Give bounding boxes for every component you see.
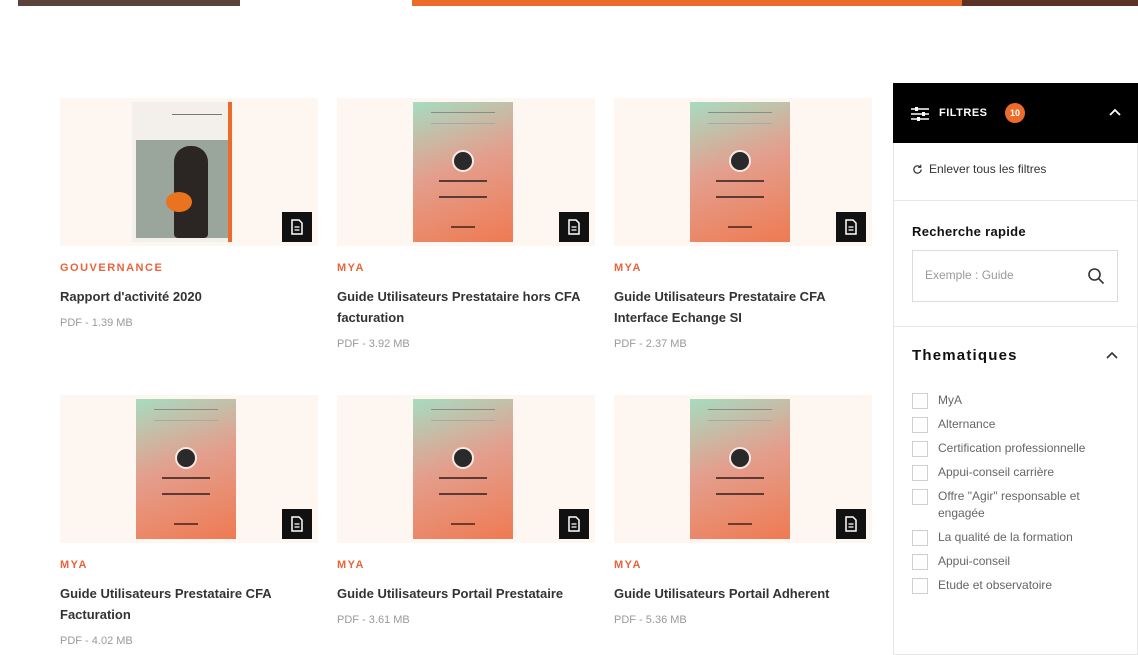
checkbox[interactable] xyxy=(912,441,928,457)
banner-segment[interactable] xyxy=(594,0,776,6)
document-thumbnail[interactable] xyxy=(60,98,318,246)
document-file-info: PDF - 3.92 MB xyxy=(337,338,410,350)
quick-search-input[interactable] xyxy=(923,267,1067,283)
thematique-label: Alternance xyxy=(938,417,996,431)
document-category: MYA xyxy=(614,559,642,571)
document-category: MYA xyxy=(614,262,642,274)
quick-search-box[interactable] xyxy=(912,250,1118,302)
thematiques-title[interactable]: Thematiques xyxy=(912,347,1018,364)
document-category: MYA xyxy=(337,559,365,571)
thematique-option[interactable]: Etude et observatoire xyxy=(912,577,1122,594)
filter-sliders-icon xyxy=(911,107,929,121)
thematique-option[interactable]: Appui-conseil xyxy=(912,553,1122,570)
divider xyxy=(894,200,1137,201)
document-thumbnail[interactable] xyxy=(614,395,872,543)
document-title[interactable]: Guide Utilisateurs Prestataire CFA Inter… xyxy=(614,286,864,328)
search-icon[interactable] xyxy=(1087,267,1105,285)
document-title[interactable]: Rapport d'activité 2020 xyxy=(60,286,310,307)
thematique-label: Offre "Agir" responsable et engagée xyxy=(938,489,1080,520)
thematique-option[interactable]: Alternance xyxy=(912,416,1122,433)
thematique-option[interactable]: Offre "Agir" responsable et engagée xyxy=(912,488,1122,522)
document-title[interactable]: Guide Utilisateurs Prestataire CFA Factu… xyxy=(60,583,310,625)
document-title[interactable]: Guide Utilisateurs Prestataire hors CFA … xyxy=(337,286,587,328)
top-banner-strip xyxy=(0,0,1138,6)
checkbox[interactable] xyxy=(912,417,928,433)
thematique-label: Certification professionnelle xyxy=(938,441,1086,455)
thematique-option[interactable]: MyA xyxy=(912,392,1122,409)
filters-label: FILTRES xyxy=(939,107,988,119)
banner-segment[interactable] xyxy=(776,0,962,6)
thematiques-list: MyA Alternance Certification professionn… xyxy=(912,392,1122,601)
pdf-file-icon[interactable] xyxy=(836,212,866,242)
document-cover-image xyxy=(136,399,236,539)
filters-sidebar: FILTRES 10 Enlever tous les filtres Rech… xyxy=(893,83,1138,655)
document-thumbnail[interactable] xyxy=(337,98,595,246)
filters-header[interactable]: FILTRES 10 xyxy=(893,83,1138,143)
document-thumbnail[interactable] xyxy=(614,98,872,246)
quick-search-title: Recherche rapide xyxy=(912,224,1026,239)
thematique-label: Etude et observatoire xyxy=(938,578,1053,592)
checkbox[interactable] xyxy=(912,578,928,594)
document-file-info: PDF - 2.37 MB xyxy=(614,338,687,350)
checkbox[interactable] xyxy=(912,393,928,409)
pdf-file-icon[interactable] xyxy=(836,509,866,539)
chevron-up-icon[interactable] xyxy=(1108,105,1122,119)
document-category: MYA xyxy=(60,559,88,571)
document-cover-image xyxy=(413,102,513,242)
thematique-option[interactable]: Certification professionnelle xyxy=(912,440,1122,457)
document-thumbnail[interactable] xyxy=(60,395,318,543)
document-cover-image xyxy=(132,102,232,242)
checkbox[interactable] xyxy=(912,530,928,546)
document-file-info: PDF - 5.36 MB xyxy=(614,614,687,626)
document-title[interactable]: Guide Utilisateurs Portail Prestataire xyxy=(337,583,587,604)
thematique-label: Appui-conseil carrière xyxy=(938,465,1055,479)
checkbox[interactable] xyxy=(912,489,928,505)
pdf-file-icon[interactable] xyxy=(282,212,312,242)
clear-filters-link[interactable]: Enlever tous les filtres xyxy=(912,162,1046,176)
document-cover-image xyxy=(690,399,790,539)
banner-segment[interactable] xyxy=(962,0,1138,6)
document-thumbnail[interactable] xyxy=(337,395,595,543)
pdf-file-icon[interactable] xyxy=(559,509,589,539)
document-file-info: PDF - 3.61 MB xyxy=(337,614,410,626)
thematique-option[interactable]: Appui-conseil carrière xyxy=(912,464,1122,481)
document-cover-image xyxy=(690,102,790,242)
thematique-label: Appui-conseil xyxy=(938,554,1011,568)
thematique-label: MyA xyxy=(938,393,962,407)
pdf-file-icon[interactable] xyxy=(282,509,312,539)
document-file-info: PDF - 1.39 MB xyxy=(60,317,133,329)
document-category: MYA xyxy=(337,262,365,274)
refresh-icon xyxy=(913,164,922,174)
document-file-info: PDF - 4.02 MB xyxy=(60,635,133,647)
document-title[interactable]: Guide Utilisateurs Portail Adherent xyxy=(614,583,864,604)
banner-segment[interactable] xyxy=(18,0,240,6)
checkbox[interactable] xyxy=(912,465,928,481)
checkbox[interactable] xyxy=(912,554,928,570)
thematique-option[interactable]: La qualité de la formation xyxy=(912,529,1122,546)
thematique-label: La qualité de la formation xyxy=(938,530,1073,544)
clear-filters-label: Enlever tous les filtres xyxy=(929,162,1047,176)
banner-segment[interactable] xyxy=(412,0,594,6)
document-category: GOUVERNANCE xyxy=(60,262,164,274)
chevron-up-icon[interactable] xyxy=(1105,348,1119,362)
filter-count-badge: 10 xyxy=(1005,103,1025,123)
document-cover-image xyxy=(413,399,513,539)
divider xyxy=(894,326,1137,327)
pdf-file-icon[interactable] xyxy=(559,212,589,242)
banner-segment[interactable] xyxy=(240,0,412,6)
